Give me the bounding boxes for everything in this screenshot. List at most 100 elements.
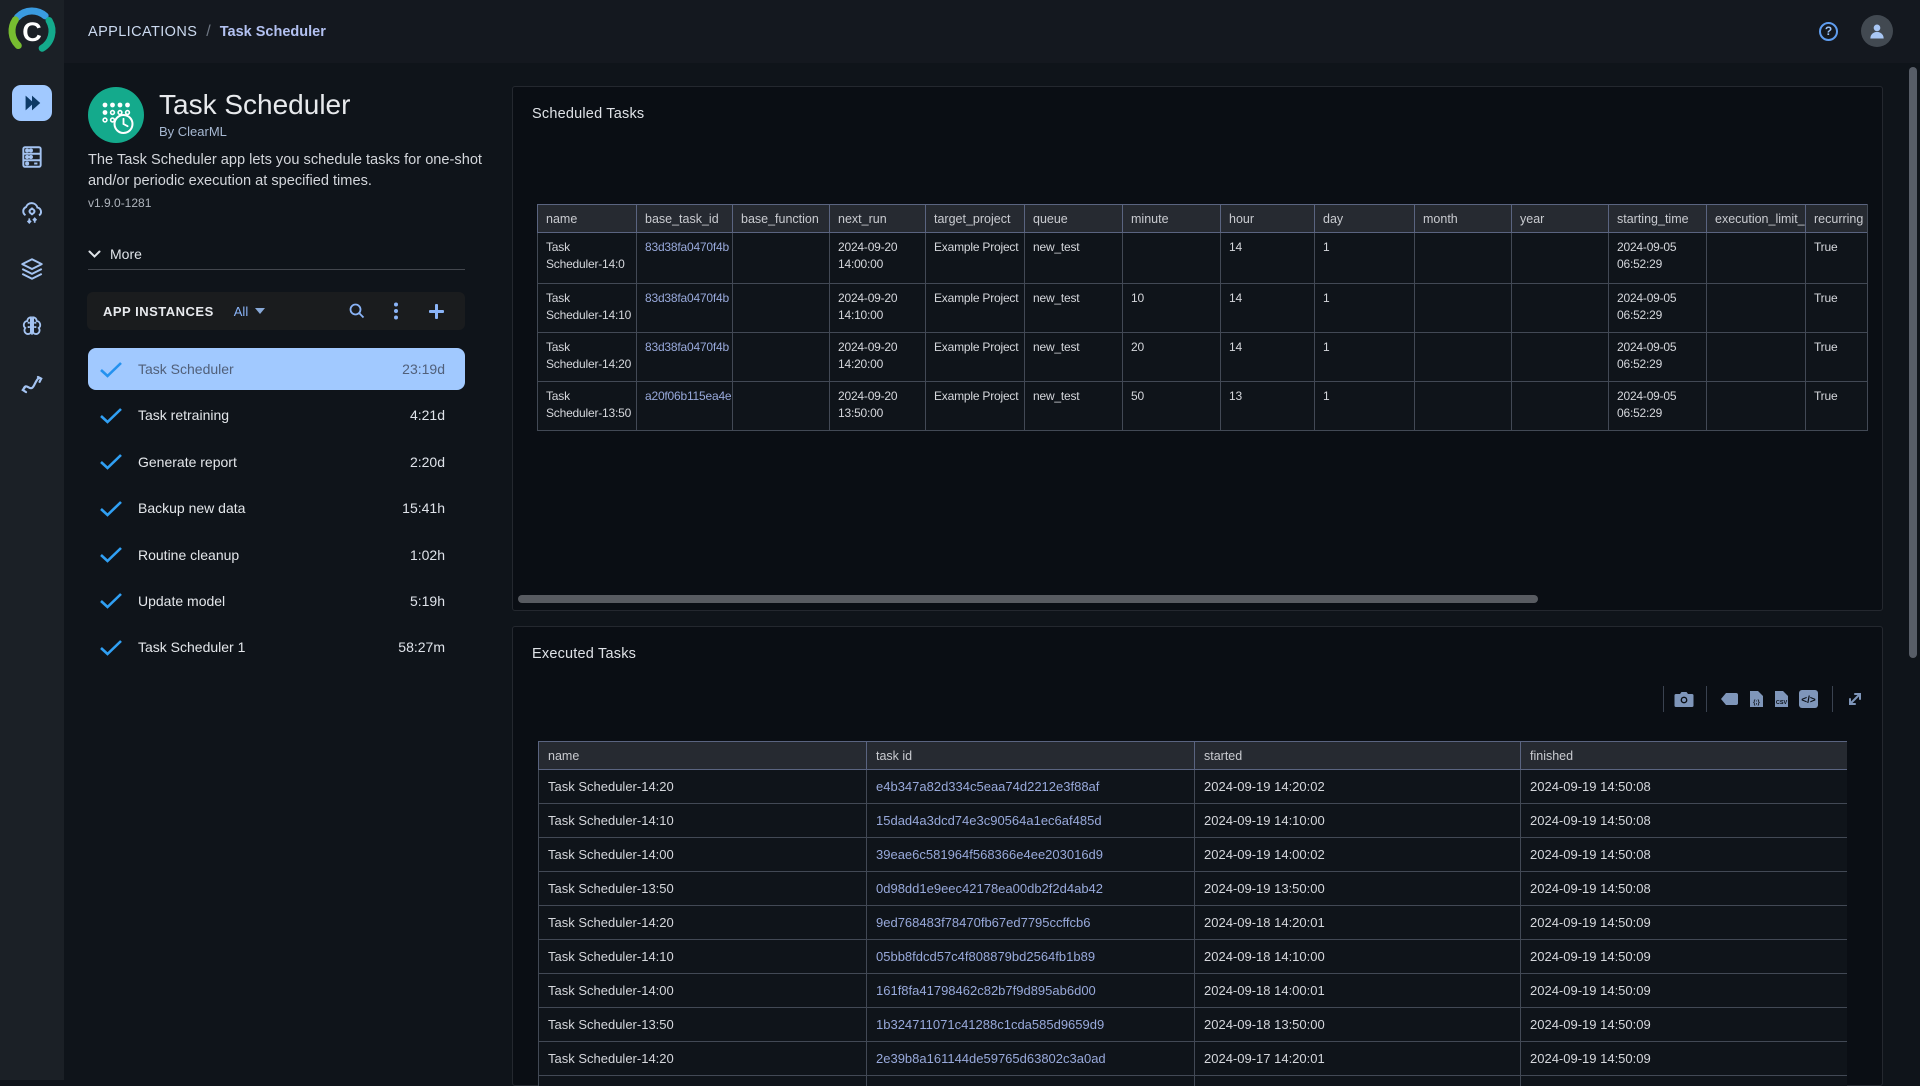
nav-autoscalers[interactable] <box>19 200 45 226</box>
nav-applications[interactable] <box>12 85 52 121</box>
column-header: task id <box>867 742 1195 770</box>
scheduled-tasks-title: Scheduled Tasks <box>532 106 644 122</box>
instance-time: 58:27m <box>398 639 445 655</box>
search-icon[interactable] <box>348 302 366 320</box>
app-description: The Task Scheduler app lets you schedule… <box>88 150 482 191</box>
layers-icon <box>19 256 45 282</box>
scheduled-tasks-table-wrap: namebase_task_idbase_functionnext_runtar… <box>537 204 1868 431</box>
task-id-link[interactable]: 1b324711071c41288c1cda585d9659d9 <box>876 1017 1104 1032</box>
instance-name: Task Scheduler 1 <box>138 639 245 655</box>
download-csv-icon[interactable]: CSV <box>1774 690 1789 708</box>
breadcrumb-task-scheduler: Task Scheduler <box>220 24 326 40</box>
nav-datasets[interactable] <box>19 256 45 282</box>
instance-time: 23:19d <box>402 361 445 377</box>
check-icon <box>99 453 123 470</box>
embed-code-icon[interactable]: </> <box>1799 690 1818 708</box>
task-id-link[interactable]: 39eae6c581964f568366e4ee203016d9 <box>876 847 1103 862</box>
table-row: Task Scheduler-14:209ed768483f78470fb67e… <box>539 906 1848 940</box>
table-row <box>539 1076 1848 1086</box>
instance-time: 15:41h <box>402 500 445 516</box>
column-header: queue <box>1025 205 1123 233</box>
task-id-link[interactable]: 83d38fa0470f4b <box>645 240 729 254</box>
applications-icon <box>21 92 43 114</box>
task-id-link[interactable]: 83d38fa0470f4b <box>645 291 729 305</box>
instance-name: Task Scheduler <box>138 361 234 377</box>
check-icon <box>99 407 123 424</box>
app-instances-label: APP INSTANCES <box>103 304 214 319</box>
help-icon[interactable]: ? <box>1819 22 1838 41</box>
instance-item[interactable]: Task Scheduler 23:19d <box>88 348 465 390</box>
breadcrumb-applications[interactable]: APPLICATIONS <box>88 24 197 40</box>
task-id-link[interactable]: 83d38fa0470f4b <box>645 340 729 354</box>
task-id-link[interactable]: 9ed768483f78470fb67ed7795ccffcb6 <box>876 915 1090 930</box>
nav-pipelines[interactable] <box>19 371 45 397</box>
instance-item[interactable]: Task Scheduler 1 58:27m <box>88 626 465 668</box>
column-header: finished <box>1521 742 1848 770</box>
expand-icon[interactable] <box>1847 691 1863 707</box>
instance-name: Update model <box>138 593 225 609</box>
task-id-link[interactable]: 0d98dd1e9eec42178ea00db2f2d4ab42 <box>876 881 1103 896</box>
more-label: More <box>110 246 142 262</box>
add-instance-icon[interactable] <box>428 303 445 320</box>
scheduled-tasks-table: namebase_task_idbase_functionnext_runtar… <box>537 204 1868 431</box>
nav-workers-queues[interactable] <box>19 144 45 170</box>
table-row: Task Scheduler-14:202e39b8a161144de59765… <box>539 1042 1848 1076</box>
kebab-menu-icon[interactable] <box>394 302 398 320</box>
toolbar-separator <box>1663 686 1664 712</box>
camera-icon[interactable] <box>1674 691 1694 708</box>
more-toggle[interactable]: More <box>88 246 142 262</box>
table-row: Task Scheduler-13:501b324711071c41288c1c… <box>539 1008 1848 1042</box>
task-id-link[interactable]: e4b347a82d334c5eaa74d2212e3f88af <box>876 779 1099 794</box>
clearml-logo[interactable]: C <box>6 5 58 57</box>
toolbar-separator <box>1832 686 1833 712</box>
instance-time: 1:02h <box>410 547 445 563</box>
brain-icon <box>19 313 45 339</box>
app-title: Task Scheduler <box>159 89 350 121</box>
user-avatar[interactable] <box>1861 15 1893 47</box>
table-row: Task Scheduler-14:1015dad4a3dcd74e3c9056… <box>539 804 1848 838</box>
task-id-link[interactable]: 161f8fa41798462c82b7f9d895ab6d00 <box>876 983 1096 998</box>
clear-icon[interactable] <box>1721 693 1738 705</box>
svg-text:C: C <box>22 17 42 47</box>
table-row: Task Scheduler-14:0039eae6c581964f568366… <box>539 838 1848 872</box>
app-byline: By ClearML <box>159 124 227 139</box>
instance-item[interactable]: Task retraining4:21d <box>88 394 465 436</box>
instances-filter-dropdown[interactable]: All <box>234 304 265 319</box>
instance-time: 4:21d <box>410 407 445 423</box>
horizontal-scrollbar-thumb[interactable] <box>518 595 1538 603</box>
column-header: base_task_id <box>637 205 733 233</box>
column-header: starting_time <box>1609 205 1707 233</box>
person-icon <box>1867 21 1887 41</box>
column-header: minute <box>1123 205 1221 233</box>
instance-item[interactable]: Backup new data15:41h <box>88 487 465 529</box>
check-icon <box>99 500 123 517</box>
task-id-link[interactable]: 05bb8fdcd57c4f808879bd2564fb1b89 <box>876 949 1095 964</box>
nav-models[interactable] <box>19 313 45 339</box>
executed-tasks-table-wrap: nametask idstartedfinishedTask Scheduler… <box>538 741 1847 1086</box>
instance-item[interactable]: Update model5:19h <box>88 580 465 622</box>
table-row: Task Scheduler-14:20e4b347a82d334c5eaa74… <box>539 770 1848 804</box>
download-json-icon[interactable]: {;} <box>1749 690 1764 708</box>
task-id-link[interactable]: a20f06b115ea4e <box>645 389 731 403</box>
scheduled-tasks-panel: Scheduled Tasks namebase_task_idbase_fun… <box>512 86 1883 611</box>
instance-item[interactable]: Generate report2:20d <box>88 441 465 483</box>
plot-toolbar: {;} CSV </> <box>1663 687 1863 711</box>
left-nav-rail: C <box>0 0 64 1080</box>
app-version: v1.9.0-1281 <box>88 196 151 210</box>
instances-filter-value: All <box>234 304 248 319</box>
instance-item[interactable]: Routine cleanup1:02h <box>88 534 465 576</box>
table-row: Task Scheduler-14:2083d38fa0470f4b2024-0… <box>538 333 1869 382</box>
column-header: name <box>539 742 867 770</box>
table-row: Task Scheduler-14:1083d38fa0470f4b2024-0… <box>538 284 1869 333</box>
vertical-scrollbar-thumb[interactable] <box>1909 67 1917 658</box>
column-header: day <box>1315 205 1415 233</box>
task-scheduler-app-icon <box>88 87 144 143</box>
top-header-bar: APPLICATIONS / Task Scheduler ? <box>64 0 1920 63</box>
task-id-link[interactable]: 15dad4a3dcd74e3c90564a1ec6af485d <box>876 813 1102 828</box>
column-header: recurring <box>1806 205 1869 233</box>
task-id-link[interactable]: 2e39b8a161144de59765d63802c3a0ad <box>876 1051 1106 1066</box>
svg-text:CSV: CSV <box>1776 700 1788 706</box>
column-header: target_project <box>926 205 1025 233</box>
table-row: Task Scheduler-13:50a20f06b115ea4e2024-0… <box>538 382 1869 431</box>
chevron-down-icon <box>88 250 101 258</box>
